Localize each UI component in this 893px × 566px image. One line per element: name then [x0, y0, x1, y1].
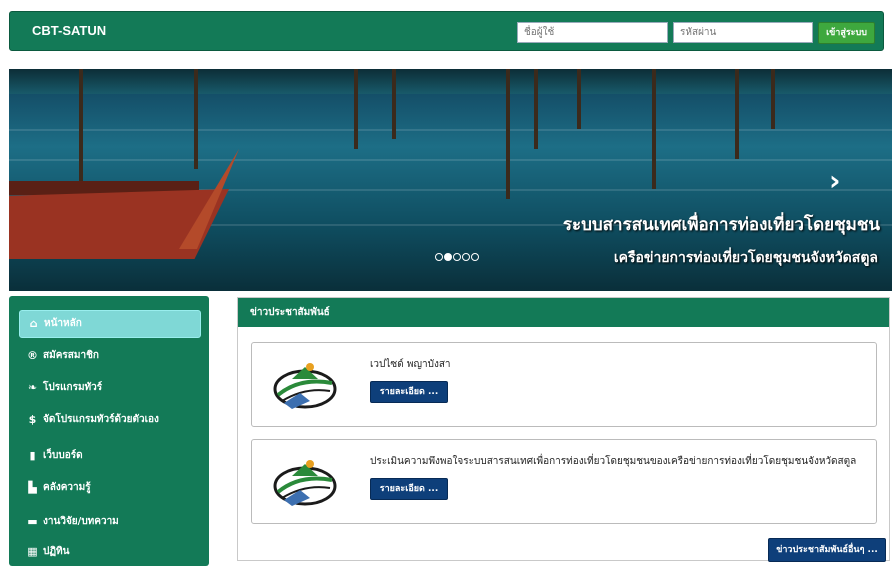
wooden-pole	[771, 69, 775, 129]
wooden-pole	[194, 69, 198, 169]
sidebar-item-research[interactable]: ▬ งานวิจัย/บทความ	[19, 508, 201, 536]
carousel-indicators	[435, 253, 479, 261]
password-input[interactable]	[673, 22, 813, 43]
wooden-pole	[652, 69, 656, 189]
banner-sky	[9, 69, 892, 94]
cbt-logo-icon	[273, 460, 337, 506]
wooden-pole	[577, 69, 581, 129]
next-slide-arrow[interactable]: ›	[829, 164, 841, 197]
book-icon: ▙	[28, 481, 37, 494]
details-button[interactable]: รายละเอียด ...	[370, 381, 448, 403]
dollar-icon: $	[28, 413, 37, 426]
wooden-pole	[392, 69, 396, 139]
banner-caption-subtitle: เครือข่ายการท่องเที่ยวโดยชุมชนจังหวัดสตู…	[613, 250, 878, 266]
carousel-dot[interactable]	[444, 253, 452, 261]
banner-carousel: › ระบบสารสนเทศเพื่อการท่องเที่ยวโดยชุมชน…	[9, 69, 892, 291]
news-item: ประเมินความพึงพอใจระบบสารสนเทศเพื่อการท่…	[251, 439, 877, 524]
brand-name[interactable]: CBT-SATUN	[32, 23, 106, 38]
carousel-dot[interactable]	[453, 253, 461, 261]
water-wave	[9, 129, 892, 131]
news-title[interactable]: เวปไซด์ พญาบังสา	[370, 357, 451, 372]
carousel-dot[interactable]	[471, 253, 479, 261]
login-button[interactable]: เข้าสู่ระบบ	[818, 22, 875, 44]
more-news-button[interactable]: ข่าวประชาสัมพันธ์อื่นๆ ...	[768, 538, 886, 562]
sidebar-item-label: สมัครสมาชิก	[43, 350, 99, 361]
leaf-icon: ❧	[27, 381, 38, 394]
wooden-pole	[354, 69, 358, 149]
sidebar-item-knowledge[interactable]: ▙ คลังความรู้	[19, 474, 201, 502]
sidebar-item-label: ปฏิทิน	[43, 546, 70, 557]
water-wave	[9, 159, 892, 161]
cbt-logo-icon	[273, 363, 337, 409]
home-icon: ⌂	[29, 317, 38, 330]
sidebar-item-label: โปรแกรมทัวร์	[43, 382, 103, 393]
news-panel-heading: ข่าวประชาสัมพันธ์	[238, 298, 889, 327]
sidebar-menu: ⌂ หน้าหลัก ® สมัครสมาชิก ❧ โปรแกรมทัวร์ …	[9, 296, 209, 566]
sidebar-item-tour-program[interactable]: ❧ โปรแกรมทัวร์	[19, 374, 201, 402]
sidebar-item-label: คลังความรู้	[43, 482, 91, 493]
sidebar-item-calendar[interactable]: ▦ ปฏิทิน	[19, 538, 201, 566]
sidebar-item-register[interactable]: ® สมัครสมาชิก	[19, 342, 201, 370]
username-input[interactable]	[517, 22, 668, 43]
sidebar-item-label: หน้าหลัก	[44, 318, 82, 329]
sidebar-item-label: จัดโปรแกรมทัวร์ด้วยตัวเอง	[43, 414, 159, 425]
carousel-dot[interactable]	[462, 253, 470, 261]
banner-caption-title: ระบบสารสนเทศเพื่อการท่องเที่ยวโดยชุมชน	[562, 215, 880, 235]
sidebar-item-webboard[interactable]: ▮ เว็บบอร์ด	[19, 442, 201, 470]
wooden-pole	[735, 69, 739, 159]
sidebar-item-custom-tour[interactable]: $ จัดโปรแกรมทัวร์ด้วยตัวเอง	[19, 406, 201, 434]
news-item: เวปไซด์ พญาบังสา รายละเอียด ...	[251, 342, 877, 427]
carousel-dot[interactable]	[435, 253, 443, 261]
top-navbar: CBT-SATUN เข้าสู่ระบบ	[9, 11, 884, 51]
sidebar-item-label: เว็บบอร์ด	[43, 450, 83, 461]
news-title[interactable]: ประเมินความพึงพอใจระบบสารสนเทศเพื่อการท่…	[370, 454, 856, 469]
columns-icon: ▮	[29, 449, 36, 462]
wooden-pole	[534, 69, 538, 149]
sidebar-item-label: งานวิจัย/บทความ	[43, 516, 119, 527]
wooden-pole	[506, 69, 510, 199]
details-button[interactable]: รายละเอียด ...	[370, 478, 448, 500]
sidebar-item-home[interactable]: ⌂ หน้าหลัก	[19, 310, 201, 338]
folder-icon: ▬	[27, 515, 38, 528]
calendar-icon: ▦	[27, 545, 38, 558]
register-icon: ®	[27, 349, 38, 362]
news-panel: ข่าวประชาสัมพันธ์ เวปไซด์ พญาบังสา รายละ…	[237, 297, 890, 562]
